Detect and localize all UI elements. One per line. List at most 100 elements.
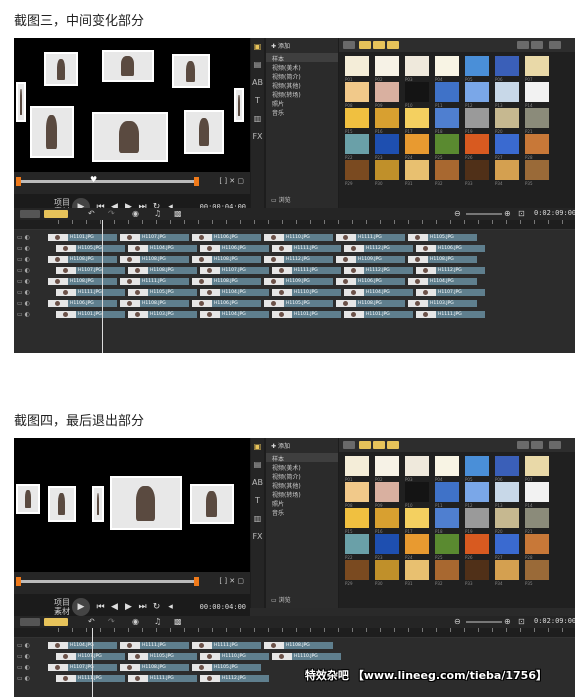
audio-filter-button[interactable] xyxy=(387,41,399,49)
media-thumbnail[interactable]: P04 xyxy=(435,56,459,82)
timeline-clip[interactable]: H1111.JPG xyxy=(272,267,342,274)
timeline-clip[interactable]: H1110.JPG xyxy=(272,653,342,660)
media-thumbnail[interactable]: P35 xyxy=(525,560,549,586)
media-thumbnail[interactable]: P21 xyxy=(525,108,549,134)
repeat-icon[interactable]: ↻ xyxy=(150,601,163,614)
storyboard-view-button[interactable] xyxy=(20,210,40,218)
timeline-view-button[interactable] xyxy=(44,210,68,218)
timeline-clip[interactable]: H1108.JPG xyxy=(48,256,118,263)
media-thumbnail[interactable]: P13 xyxy=(495,482,519,508)
media-thumbnail[interactable]: P03 xyxy=(405,56,429,82)
timeline-clip[interactable]: H1111.JPG xyxy=(120,278,190,285)
media-thumbnail[interactable]: P04 xyxy=(435,456,459,482)
step-forward-icon[interactable]: ▶ xyxy=(122,601,135,614)
library-item[interactable]: 视频(转场) xyxy=(266,489,338,499)
timeline-clip[interactable]: H1108.JPG xyxy=(192,278,262,285)
library-item[interactable]: 照片 xyxy=(266,498,338,508)
media-thumbnail[interactable]: P33 xyxy=(465,160,489,186)
title-icon[interactable]: T xyxy=(251,496,264,510)
media-thumbnail[interactable]: P06 xyxy=(495,56,519,82)
add-folder-button[interactable]: ✚ 添加 xyxy=(266,38,338,53)
timeline-playhead[interactable] xyxy=(102,220,103,353)
timeline-view-button[interactable] xyxy=(44,618,68,626)
fit-project-icon[interactable]: ⊡ xyxy=(518,617,525,626)
play-icon[interactable]: ▶ xyxy=(72,598,90,616)
media-thumbnail[interactable]: P30 xyxy=(375,560,399,586)
media-thumbnail[interactable]: P07 xyxy=(525,456,549,482)
media-thumbnail[interactable]: P14 xyxy=(525,82,549,108)
media-thumbnail[interactable]: P31 xyxy=(405,560,429,586)
fit-project-icon[interactable]: ⊡ xyxy=(518,209,525,218)
media-thumbnail[interactable]: P03 xyxy=(405,456,429,482)
timeline-clip[interactable]: H1104.JPG xyxy=(344,289,414,296)
timeline-clip[interactable]: H1112.JPG xyxy=(344,267,414,274)
sort-button[interactable] xyxy=(549,441,561,449)
track-header[interactable]: ▭ ◐ xyxy=(14,675,42,683)
timeline-clip[interactable]: H1110.JPG xyxy=(272,289,342,296)
track-header[interactable]: ▭ ◐ xyxy=(14,653,42,661)
timeline-clip[interactable]: H1108.JPG xyxy=(408,256,478,263)
media-thumbnail[interactable]: P19 xyxy=(465,108,489,134)
media-thumbnail[interactable]: P21 xyxy=(525,508,549,534)
timeline-clip[interactable]: H1112.JPG xyxy=(416,267,486,274)
media-thumbnail[interactable]: P07 xyxy=(525,56,549,82)
media-thumbnail[interactable]: P11 xyxy=(435,82,459,108)
audio-mix-icon[interactable]: ♫ xyxy=(154,209,161,218)
timeline-clip[interactable]: H1105.JPG xyxy=(408,234,478,241)
list-view-button[interactable] xyxy=(517,41,529,49)
instant-project-icon[interactable]: ▤ xyxy=(251,60,264,74)
title-icon[interactable]: T xyxy=(251,96,264,110)
timeline-clip[interactable]: H1111.JPG xyxy=(416,311,486,318)
record-icon[interactable]: ◉ xyxy=(132,209,139,218)
timeline-clip[interactable]: H1106.JPG xyxy=(192,300,262,307)
timecode-display[interactable]: 00:00:04:00 xyxy=(200,603,246,611)
timeline-clip[interactable]: H1106.JPG xyxy=(192,234,262,241)
library-item[interactable]: 音乐 xyxy=(266,107,338,117)
timeline-clip[interactable]: H1109.JPG xyxy=(264,278,334,285)
timeline-clip[interactable]: H1112.JPG xyxy=(264,256,334,263)
timeline-clip[interactable]: H1111.JPG xyxy=(56,289,126,296)
instant-project-icon[interactable]: ▤ xyxy=(251,460,264,474)
timeline-clip[interactable]: H1112.JPG xyxy=(200,675,270,682)
thumb-view-button[interactable] xyxy=(531,441,543,449)
timeline-clip[interactable]: H1105.JPG xyxy=(264,300,334,307)
timeline-clip[interactable]: H1111.JPG xyxy=(120,642,190,649)
folder-icon[interactable] xyxy=(343,41,355,49)
timeline-clip[interactable]: H1106.JPG xyxy=(48,300,118,307)
media-thumbnail[interactable]: P12 xyxy=(465,482,489,508)
timeline-clip[interactable]: H1108.JPG xyxy=(192,256,262,263)
media-thumbnail[interactable]: P18 xyxy=(435,508,459,534)
library-item[interactable]: 视频(简介) xyxy=(266,471,338,481)
timeline-clip[interactable]: H1110.JPG xyxy=(200,653,270,660)
timeline-clip[interactable]: H1103.JPG xyxy=(128,311,198,318)
media-thumbnail[interactable]: P02 xyxy=(375,456,399,482)
timeline-clip[interactable]: H1108.JPG xyxy=(336,300,406,307)
timeline-ruler[interactable] xyxy=(14,628,575,638)
track-header[interactable]: ▭ ◐ xyxy=(14,256,42,264)
redo-icon[interactable]: ↷ xyxy=(108,617,115,626)
media-thumbnail[interactable]: P27 xyxy=(495,134,519,160)
media-thumbnail[interactable]: P17 xyxy=(405,108,429,134)
track-header[interactable]: ▭ ◐ xyxy=(14,300,42,308)
media-thumbnail[interactable]: P15 xyxy=(345,508,369,534)
timeline-clip[interactable]: H1104.JPG xyxy=(200,289,270,296)
transition-icon[interactable]: AB xyxy=(251,78,264,92)
browse-button[interactable]: ▭ 浏览 xyxy=(271,195,291,204)
timeline-clip[interactable]: H1111.JPG xyxy=(128,675,198,682)
track-header[interactable]: ▭ ◐ xyxy=(14,664,42,672)
track-header[interactable]: ▭ ◐ xyxy=(14,289,42,297)
timeline-clip[interactable]: H1108.JPG xyxy=(48,278,118,285)
zoom-out-icon[interactable]: ⊖ xyxy=(454,617,461,626)
timeline-clip[interactable]: H1109.JPG xyxy=(336,256,406,263)
add-folder-button[interactable]: ✚ 添加 xyxy=(266,438,338,453)
media-thumbnail[interactable]: P20 xyxy=(495,108,519,134)
mode-toggle[interactable]: 项目素材 xyxy=(54,598,70,616)
media-thumbnail[interactable]: P01 xyxy=(345,456,369,482)
timeline-clip[interactable]: H1107.JPG xyxy=(120,234,190,241)
media-thumbnail[interactable]: P19 xyxy=(465,508,489,534)
media-thumbnail[interactable]: P22 xyxy=(345,134,369,160)
media-thumbnail[interactable]: P13 xyxy=(495,82,519,108)
undo-icon[interactable]: ↶ xyxy=(88,209,95,218)
record-icon[interactable]: ◉ xyxy=(132,617,139,626)
timeline-clip[interactable]: H1103.JPG xyxy=(408,300,478,307)
